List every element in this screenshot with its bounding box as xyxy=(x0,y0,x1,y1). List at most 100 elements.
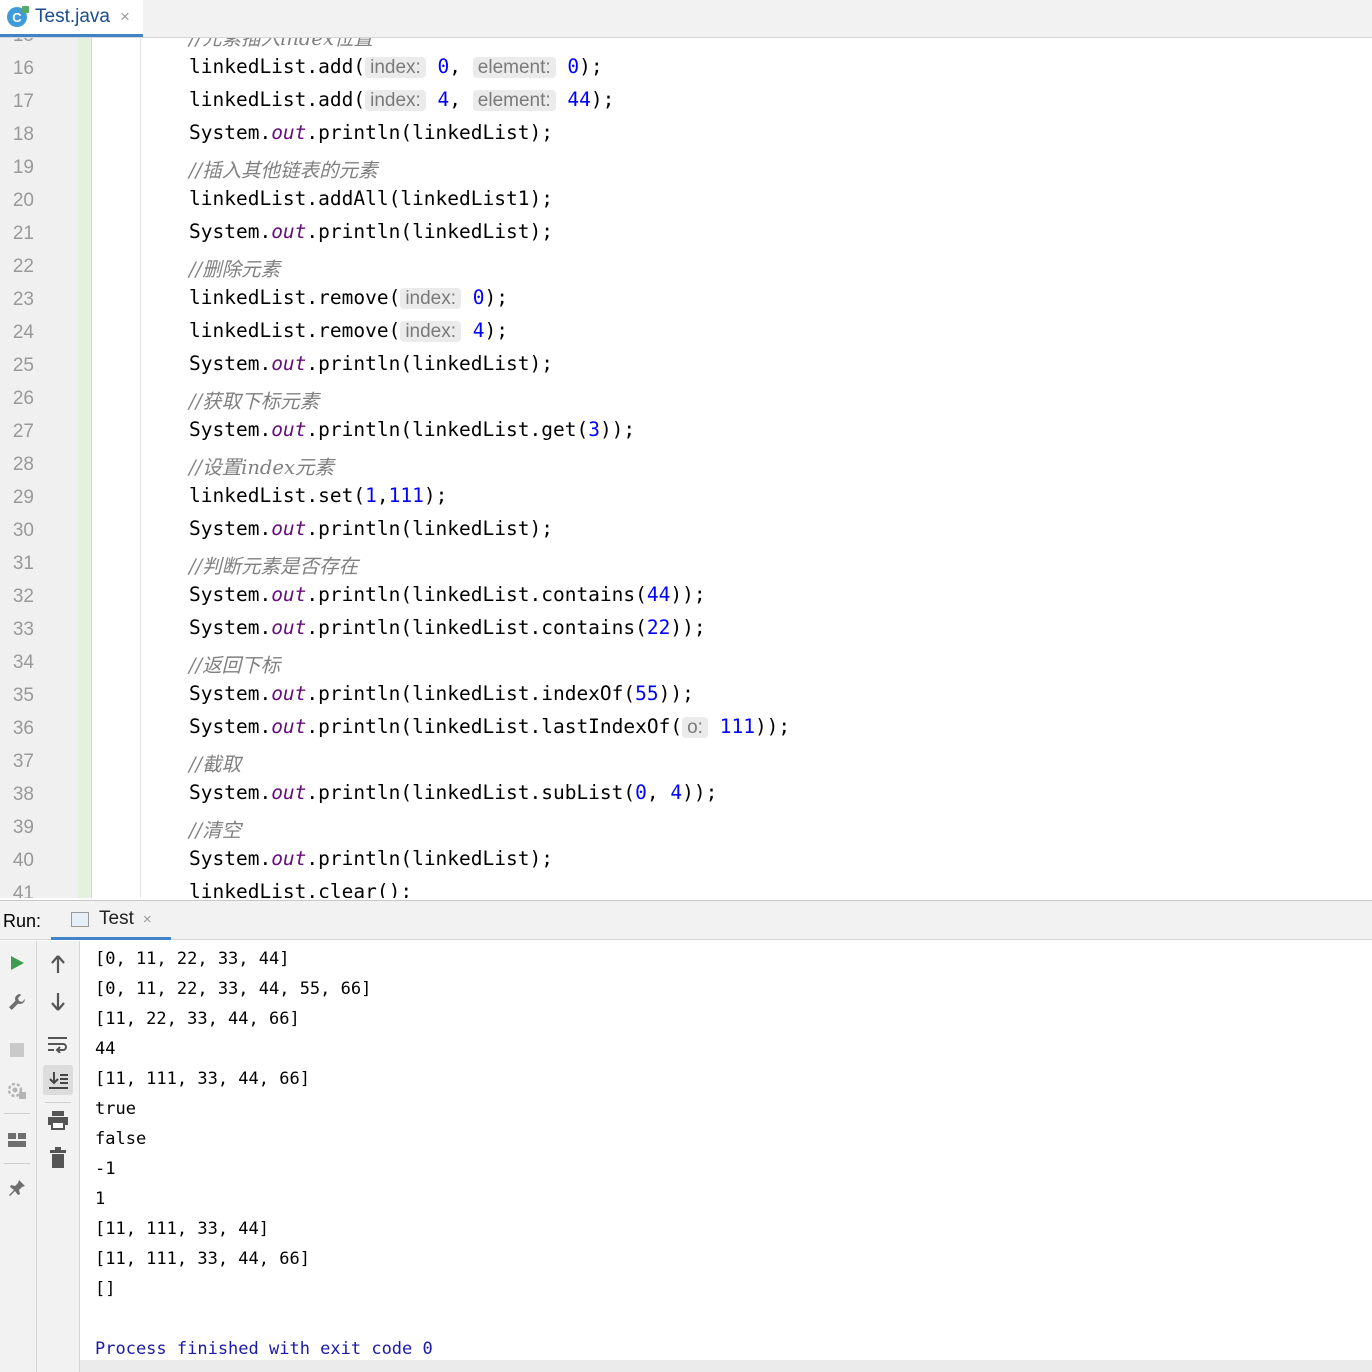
code-line[interactable]: 25 System.out.println(linkedList); xyxy=(0,349,1372,382)
code-token: )); xyxy=(682,781,718,804)
line-number: 17 xyxy=(12,91,34,112)
output-line: [0, 11, 22, 33, 44, 55, 66] xyxy=(95,979,372,999)
code-text: System.out.println(linkedList); xyxy=(189,121,553,144)
parameter-hint: index: xyxy=(365,57,426,78)
code-token: out xyxy=(271,352,307,375)
code-editor[interactable]: 15//元素插入index位置16linkedList.add(index: 0… xyxy=(0,38,1372,898)
line-number: 18 xyxy=(12,124,34,145)
code-token: ); xyxy=(423,484,448,507)
console-output[interactable]: [0, 11, 22, 33, 44] [0, 11, 22, 33, 44, 5… xyxy=(80,941,1372,1361)
code-token: 3 xyxy=(588,418,600,441)
line-number: 37 xyxy=(12,751,34,772)
code-line[interactable]: 35 System.out.println(linkedList.indexOf(… xyxy=(0,679,1372,712)
code-token: .println(linkedList.get( xyxy=(306,418,589,441)
horizontal-scrollbar[interactable] xyxy=(80,1360,1372,1372)
code-line[interactable]: 23 linkedList.remove(index: 0); xyxy=(0,283,1372,316)
code-line[interactable]: 17 linkedList.add(index: 4, element: 44); xyxy=(0,85,1372,118)
line-number: 22 xyxy=(12,256,34,277)
code-line[interactable]: 15 //元素插入index位置 xyxy=(0,38,1372,52)
code-token: 4 xyxy=(425,88,450,111)
close-icon[interactable]: × xyxy=(120,7,130,27)
code-token: System. xyxy=(189,616,272,639)
code-line[interactable]: 19 //插入其他链表的元素 xyxy=(0,151,1372,184)
console-icon xyxy=(71,911,89,927)
code-line[interactable]: 33 System.out.println(linkedList.contains… xyxy=(0,613,1372,646)
code-line[interactable]: 32 System.out.println(linkedList.contains… xyxy=(0,580,1372,613)
down-arrow-icon[interactable] xyxy=(43,987,73,1017)
code-token: System. xyxy=(189,121,272,144)
editor-tab-bar: C Test.java × xyxy=(0,0,1372,38)
code-token: .println(linkedList); xyxy=(306,220,553,243)
code-token: linkedList.addAll(linkedList1); xyxy=(189,187,553,210)
code-text: linkedList.clear(); xyxy=(189,880,412,898)
code-token: out xyxy=(271,715,307,738)
code-line[interactable]: 37 //截取 xyxy=(0,745,1372,778)
code-token: 0 xyxy=(461,286,485,309)
code-line[interactable]: 20 linkedList.addAll(linkedList1); xyxy=(0,184,1372,217)
line-number: 21 xyxy=(12,223,34,244)
code-line[interactable]: 18 System.out.println(linkedList); xyxy=(0,118,1372,151)
line-number: 40 xyxy=(12,850,34,871)
code-line[interactable]: 16 linkedList.add(index: 0, element: 0); xyxy=(0,52,1372,85)
tab-test-java[interactable]: C Test.java × xyxy=(0,0,143,37)
up-arrow-icon[interactable] xyxy=(43,949,73,979)
code-token: out xyxy=(271,220,307,243)
trash-icon[interactable] xyxy=(43,1143,73,1173)
code-line[interactable]: 29 linkedList.set(1,111); xyxy=(0,481,1372,514)
run-panel-header: Run: Test × xyxy=(0,900,1372,940)
code-line[interactable]: 21 System.out.println(linkedList); xyxy=(0,217,1372,250)
print-icon[interactable] xyxy=(43,1105,73,1135)
code-token: 0 xyxy=(425,55,450,78)
code-text: System.out.println(linkedList.lastIndexO… xyxy=(189,715,790,739)
code-text: //清空 xyxy=(189,814,241,843)
code-line[interactable]: 22 //删除元素 xyxy=(0,250,1372,283)
code-token: linkedList.set( xyxy=(189,484,366,507)
code-text: linkedList.add(index: 0, element: 0); xyxy=(189,55,603,79)
code-token: )); xyxy=(670,616,706,639)
debug-icon[interactable] xyxy=(2,1075,32,1105)
pin-icon[interactable] xyxy=(2,1173,32,1203)
code-line[interactable]: 31 //判断元素是否存在 xyxy=(0,547,1372,580)
output-line: Process finished with exit code 0 xyxy=(95,1339,433,1359)
code-text: //返回下标 xyxy=(189,649,280,678)
close-icon[interactable]: × xyxy=(143,911,152,928)
code-text: linkedList.remove(index: 4); xyxy=(189,319,508,343)
output-line: 1 xyxy=(95,1189,106,1209)
run-icon[interactable] xyxy=(2,948,32,978)
code-text: //元素插入index位置 xyxy=(189,38,373,51)
code-token: ); xyxy=(579,55,603,78)
code-token: 44 xyxy=(646,583,671,606)
wrench-icon[interactable] xyxy=(2,987,32,1017)
code-line[interactable]: 24 linkedList.remove(index: 4); xyxy=(0,316,1372,349)
output-line: [11, 111, 33, 44, 66] xyxy=(95,1069,310,1089)
parameter-hint: element: xyxy=(472,90,556,111)
line-number: 25 xyxy=(12,355,34,376)
stop-icon[interactable] xyxy=(2,1035,32,1065)
code-token: )); xyxy=(754,715,791,738)
code-line[interactable]: 41 linkedList.clear(); xyxy=(0,877,1372,898)
code-line[interactable]: 27 System.out.println(linkedList.get(3)); xyxy=(0,415,1372,448)
code-text: linkedList.addAll(linkedList1); xyxy=(189,187,553,210)
soft-wrap-icon[interactable] xyxy=(43,1029,73,1059)
code-token: out xyxy=(271,682,307,705)
run-tab-test[interactable]: Test × xyxy=(51,901,171,940)
code-token: out xyxy=(271,121,307,144)
parameter-hint: index: xyxy=(400,321,462,342)
java-class-icon: C xyxy=(7,6,29,27)
code-line[interactable]: 38 System.out.println(linkedList.subList(… xyxy=(0,778,1372,811)
code-line[interactable]: 26 //获取下标元素 xyxy=(0,382,1372,415)
layout-icon[interactable] xyxy=(2,1125,32,1155)
code-line[interactable]: 40 System.out.println(linkedList); xyxy=(0,844,1372,877)
scroll-to-end-icon[interactable] xyxy=(43,1065,73,1095)
code-line[interactable]: 34 //返回下标 xyxy=(0,646,1372,679)
code-comment: //返回下标 xyxy=(189,654,281,677)
code-line[interactable]: 36 System.out.println(linkedList.lastInde… xyxy=(0,712,1372,745)
code-text: //获取下标元素 xyxy=(189,385,319,414)
code-text: //设置index元素 xyxy=(189,451,334,480)
code-text: linkedList.remove(index: 0); xyxy=(189,286,508,310)
code-line[interactable]: 30 System.out.println(linkedList); xyxy=(0,514,1372,547)
code-line[interactable]: 28 //设置index元素 xyxy=(0,448,1372,481)
line-number: 41 xyxy=(12,883,34,898)
code-line[interactable]: 39 //清空 xyxy=(0,811,1372,844)
output-line: [0, 11, 22, 33, 44] xyxy=(95,949,290,969)
